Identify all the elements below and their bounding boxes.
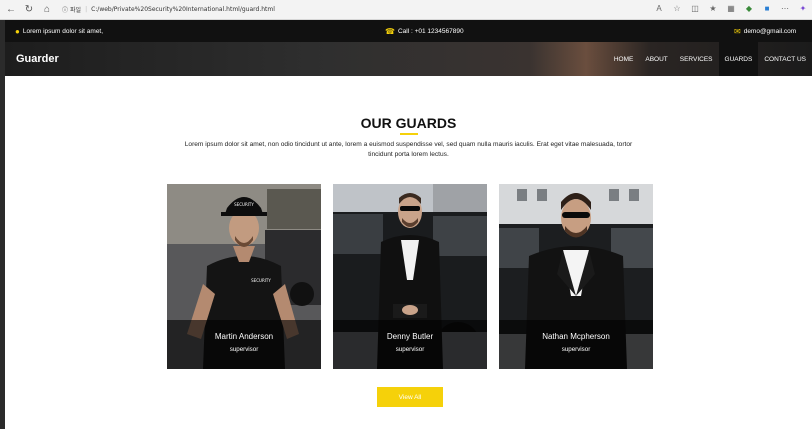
card-caption-overlay: [333, 320, 487, 369]
address-text: Lorem ipsum dolor sit amet,: [22, 27, 104, 35]
refresh-icon[interactable]: ↻: [22, 3, 36, 17]
menu-item-services[interactable]: SERVICES: [674, 42, 719, 76]
card-caption-overlay: [499, 320, 653, 369]
home-icon[interactable]: ⌂: [40, 3, 54, 17]
address-bar[interactable]: ⓘ 파일 | C:/web/Private%20Security%20Inter…: [62, 3, 275, 17]
more-icon[interactable]: ⋯: [780, 3, 790, 13]
top-info-bar: ● Lorem ipsum dolor sit amet, ☎ Call : +…: [5, 20, 812, 42]
guard-role: supervisor: [229, 346, 259, 353]
split-screen-icon[interactable]: ◫: [690, 3, 700, 13]
view-all-button[interactable]: View All: [377, 387, 443, 407]
location-pin-icon: ●: [15, 26, 20, 36]
envelope-icon: ✉: [734, 26, 741, 36]
guard-name: Martin Anderson: [214, 332, 274, 341]
guard-name: Nathan Mcpherson: [542, 332, 610, 341]
email-text: demo@gmail.com: [743, 27, 797, 35]
cap-logo-text: SECURITY: [234, 202, 254, 207]
browser-tools: A ☆ ◫ ★ ▦ ◆ ■ ⋯ ✦: [654, 3, 808, 13]
main-menu: HOME ABOUT SERVICES GUARDS CONTACT US: [608, 42, 812, 76]
guard-card[interactable]: Denny Butler supervisor: [333, 184, 487, 369]
topbar-call[interactable]: ☎ Call : +01 1234567890: [385, 27, 464, 36]
guard-card[interactable]: Nathan Mcpherson supervisor: [499, 184, 653, 369]
title-underline: [400, 133, 418, 135]
copilot-sidebar-icon[interactable]: ✦: [798, 3, 808, 13]
guard-role: supervisor: [395, 346, 425, 353]
topbar-address: ● Lorem ipsum dolor sit amet,: [15, 27, 103, 36]
read-aloud-icon[interactable]: A: [654, 3, 664, 13]
back-icon[interactable]: ←: [4, 3, 18, 17]
guard-name: Denny Butler: [386, 332, 434, 341]
call-text: Call : +01 1234567890: [397, 27, 464, 35]
shirt-logo-text: SECURITY: [251, 278, 271, 283]
copilot-icon[interactable]: ■: [762, 3, 772, 13]
menu-item-home[interactable]: HOME: [608, 42, 640, 76]
menu-item-guards[interactable]: GUARDS: [718, 42, 759, 76]
section-intro: Lorem ipsum dolor sit amet, non odio tin…: [184, 141, 633, 158]
topbar-email[interactable]: ✉ demo@gmail.com: [734, 27, 796, 36]
address-separator: |: [85, 6, 88, 13]
guard-card[interactable]: SECURITY SECURITY Martin Anderson superv…: [167, 184, 321, 369]
browser-toolbar: ← ↻ ⌂ ⓘ 파일 | C:/web/Private%20Security%2…: [0, 0, 812, 20]
extension-icon[interactable]: ◆: [744, 3, 754, 13]
collections-icon[interactable]: ▦: [726, 3, 736, 13]
site-header: Guarder HOME ABOUT SERVICES GUARDS CONTA…: [5, 42, 812, 76]
phone-icon: ☎: [385, 26, 395, 36]
web-page: ● Lorem ipsum dolor sit amet, ☎ Call : +…: [5, 20, 812, 429]
favorite-star-icon[interactable]: ☆: [672, 3, 682, 13]
guard-role: supervisor: [561, 346, 591, 353]
card-caption-overlay: [167, 320, 321, 369]
section-title: OUR GUARDS: [360, 115, 457, 131]
info-icon: ⓘ: [62, 7, 69, 14]
menu-item-contact-us[interactable]: CONTACT US: [758, 42, 812, 76]
url-text: C:/web/Private%20Security%20Internationa…: [91, 6, 275, 13]
info-label: 파일: [70, 7, 82, 14]
favorites-icon[interactable]: ★: [708, 3, 718, 13]
site-logo[interactable]: Guarder: [16, 53, 59, 65]
menu-item-about[interactable]: ABOUT: [639, 42, 673, 76]
